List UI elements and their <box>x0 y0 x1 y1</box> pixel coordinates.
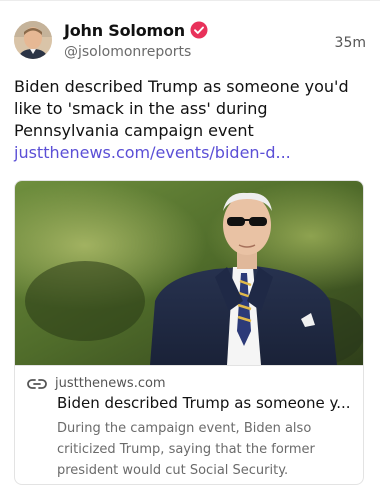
link-domain: justthenews.com <box>55 376 166 391</box>
user-handle[interactable]: @jsolomonreports <box>64 44 191 60</box>
avatar[interactable] <box>14 21 52 59</box>
link-preview-meta: justthenews.com Biden described Trump as… <box>15 365 363 484</box>
link-preview-card[interactable]: justthenews.com Biden described Trump as… <box>14 180 364 485</box>
chain-link-icon <box>27 377 47 391</box>
post-text: Biden described Trump as someone you'd l… <box>14 77 349 140</box>
post-timestamp: 35m <box>334 35 366 51</box>
link-description: During the campaign event, Biden also cr… <box>57 421 315 478</box>
post-link[interactable]: justthenews.com/events/biden-d... <box>14 143 291 162</box>
post-card[interactable]: John Solomon @jsolomonreports 35m Biden … <box>0 0 380 500</box>
post-body: Biden described Trump as someone you'd l… <box>14 76 364 164</box>
display-name[interactable]: John Solomon <box>64 21 185 40</box>
verified-badge-icon <box>190 21 208 39</box>
link-preview-image <box>15 181 363 365</box>
post-header: John Solomon @jsolomonreports 35m <box>14 19 366 65</box>
link-domain-row: justthenews.com <box>27 376 166 391</box>
name-row: John Solomon <box>64 19 208 41</box>
person-avatar-icon <box>14 21 52 59</box>
link-title[interactable]: Biden described Trump as someone y... <box>57 394 357 412</box>
